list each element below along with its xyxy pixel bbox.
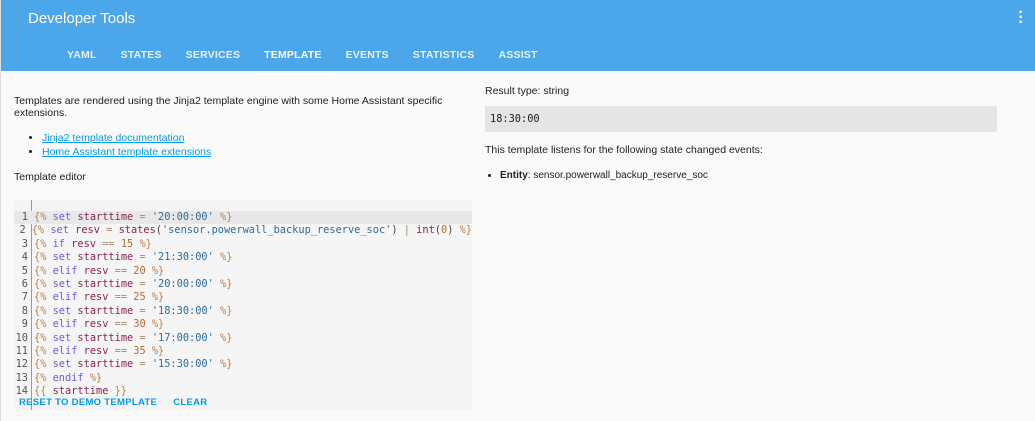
jinja2-docs-link[interactable]: Jinja2 template documentation [42, 132, 184, 144]
editor-label: Template editor [14, 171, 86, 183]
code-line[interactable]: 6 {% set starttime = '20:00:00' %} [14, 278, 472, 291]
tab-events[interactable]: EVENTS [334, 47, 401, 75]
tab-bar: YAML STATES SERVICES TEMPLATE EVENTS STATISTI… [55, 47, 550, 75]
tab-yaml[interactable]: YAML [55, 47, 109, 75]
line-number: 2 [19, 224, 26, 237]
line-number: 10 [15, 331, 28, 344]
more-options-icon[interactable]: · · · [1018, 5, 1024, 31]
doc-links: Jinja2 template documentation Home Assis… [42, 131, 472, 159]
reset-demo-template-button[interactable]: RESET TO DEMO TEMPLATE [19, 397, 157, 408]
code-text: {% elif resv == 20 %} [34, 264, 165, 277]
line-number: 6 [21, 277, 28, 290]
code-text: {% elif resv == 25 %} [34, 291, 165, 304]
code-text: {% elif resv == 30 %} [34, 318, 165, 331]
line-number: 3 [21, 237, 28, 250]
tab-statistics[interactable]: STATISTICS [401, 47, 487, 75]
line-number: 7 [21, 291, 28, 304]
code-line[interactable]: 2 {% set resv = states('sensor.powerwall_… [14, 224, 472, 237]
line-number: 13 [15, 371, 28, 384]
code-line[interactable]: 9 {% elif resv == 30 %} [14, 318, 472, 331]
page-title: Developer Tools [28, 10, 136, 27]
line-number: 1 [21, 211, 28, 223]
code-text: {% if resv == 15 %} [34, 237, 152, 250]
clear-button[interactable]: CLEAR [173, 397, 207, 408]
result-panel: Result type: string 18:30:00 This templa… [485, 85, 997, 181]
code-text: {% set starttime = '20:00:00' %} [34, 277, 233, 290]
line-number: 12 [15, 358, 28, 371]
tab-assist[interactable]: ASSIST [487, 47, 550, 75]
code-line[interactable]: 3 {% if resv == 15 %} [14, 238, 472, 251]
code-text: {% endif %} [34, 371, 103, 384]
code-text: {% elif resv == 35 %} [34, 344, 165, 357]
tab-template[interactable]: TEMPLATE [252, 47, 334, 75]
line-number: 11 [15, 344, 28, 357]
code-line[interactable]: 13 {% endif %} [14, 372, 472, 385]
code-text: {% set resv = states('sensor.powerwall_b… [31, 224, 472, 237]
tab-services[interactable]: SERVICES [174, 47, 253, 75]
code-text: {% set starttime = '21:30:00' %} [34, 251, 233, 264]
code-line[interactable]: 1 {% set starttime = '20:00:00' %} [14, 211, 472, 225]
result-type: Result type: string [485, 85, 570, 97]
line-number: 5 [21, 264, 28, 277]
code-line[interactable]: 8 {% set starttime = '18:30:00' %} [14, 305, 472, 318]
code-line[interactable]: 12 {% set starttime = '15:30:00' %} [14, 358, 472, 371]
code-text: {% set starttime = '15:30:00' %} [34, 358, 233, 371]
line-number: 4 [21, 251, 28, 264]
template-panel: Templates are rendered using the Jinja2 … [14, 95, 472, 410]
tab-states[interactable]: STATES [109, 47, 174, 75]
intro-text: Templates are rendered using the Jinja2 … [14, 95, 443, 119]
code-line[interactable]: 4 {% set starttime = '21:30:00' %} [14, 251, 472, 264]
entity-list: Entity: sensor.powerwall_backup_reserve_… [500, 170, 997, 181]
code-text: {% set starttime = '18:30:00' %} [34, 304, 233, 317]
result-output: 18:30:00 [485, 106, 997, 132]
template-editor[interactable]: 1 {% set starttime = '20:00:00' %} 2 {% set… [14, 200, 472, 410]
code-line[interactable]: 7 {% elif resv == 25 %} [14, 291, 472, 304]
code-text: {% set starttime = '20:00:00' %} [34, 211, 233, 223]
code-line[interactable]: 5 {% elif resv == 20 %} [14, 265, 472, 278]
ha-template-extensions-link[interactable]: Home Assistant template extensions [42, 146, 211, 158]
line-number: 8 [21, 304, 28, 317]
code-text: {% set starttime = '17:00:00' %} [34, 331, 233, 344]
app-header: Developer Tools · · · YAML STATES SERVICES TE… [1, 0, 1035, 75]
entity-item: Entity: sensor.powerwall_backup_reserve_… [500, 170, 997, 181]
code-line[interactable]: 10 {% set starttime = '17:00:00' %} [14, 332, 472, 345]
code-line[interactable]: 11 {% elif resv == 35 %} [14, 345, 472, 358]
listen-text: This template listens for the following … [485, 144, 763, 156]
line-number: 9 [21, 318, 28, 331]
